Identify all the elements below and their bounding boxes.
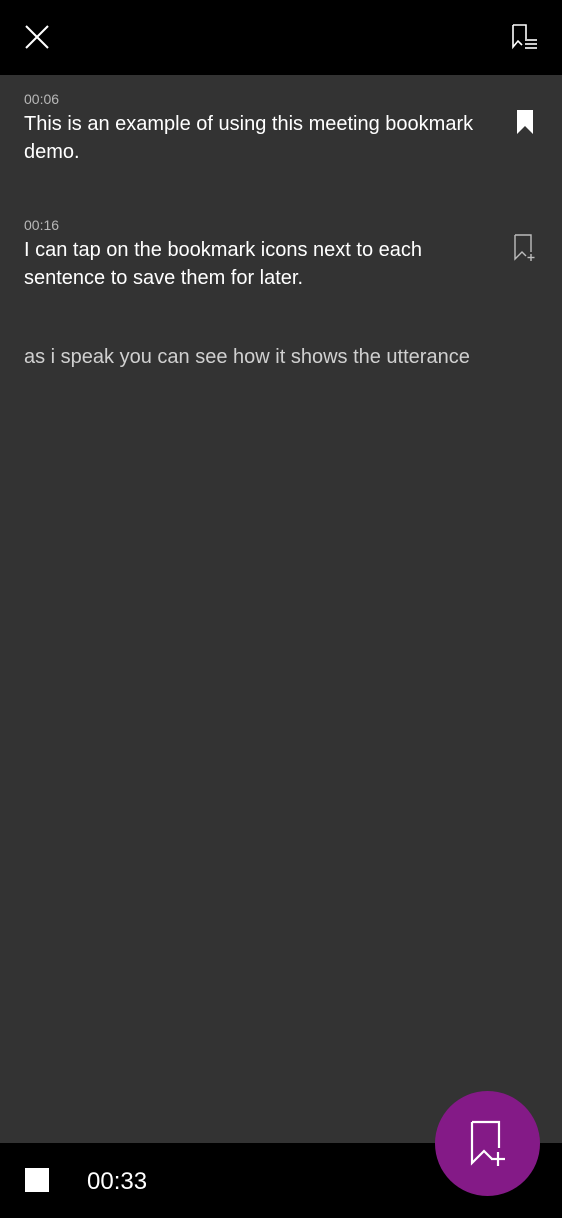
bookmark-filled-icon <box>517 110 533 134</box>
bookmark-add-icon <box>514 234 535 261</box>
transcript-entry: 00:06 This is an example of using this m… <box>24 90 494 166</box>
partial-utterance-text: as i speak you can see how it shows the … <box>24 346 470 368</box>
stop-button[interactable] <box>18 1161 56 1199</box>
bookmark-toggle-button[interactable] <box>507 230 543 266</box>
entry-text: This is an example of using this meeting… <box>24 113 474 163</box>
add-bookmark-button[interactable] <box>435 1091 540 1196</box>
entry-timestamp: 00:16 <box>24 217 60 233</box>
close-button[interactable] <box>14 14 60 60</box>
bookmark-list-icon <box>512 24 537 50</box>
elapsed-time: 00:33 <box>87 1168 148 1195</box>
bookmark-list-button[interactable] <box>502 14 548 60</box>
entry-text: I can tap on the bookmark icons next to … <box>24 239 423 289</box>
bookmark-add-icon <box>470 1120 505 1166</box>
stop-icon <box>25 1168 49 1192</box>
entry-timestamp: 00:06 <box>24 91 60 107</box>
partial-utterance: as i speak you can see how it shows the … <box>24 341 494 371</box>
close-icon <box>25 25 49 49</box>
recorder-screen: 00:06 This is an example of using this m… <box>0 0 562 1218</box>
bookmark-toggle-button[interactable] <box>507 104 543 140</box>
top-bar <box>0 0 562 75</box>
transcript-entry: 00:16 I can tap on the bookmark icons ne… <box>24 216 494 292</box>
